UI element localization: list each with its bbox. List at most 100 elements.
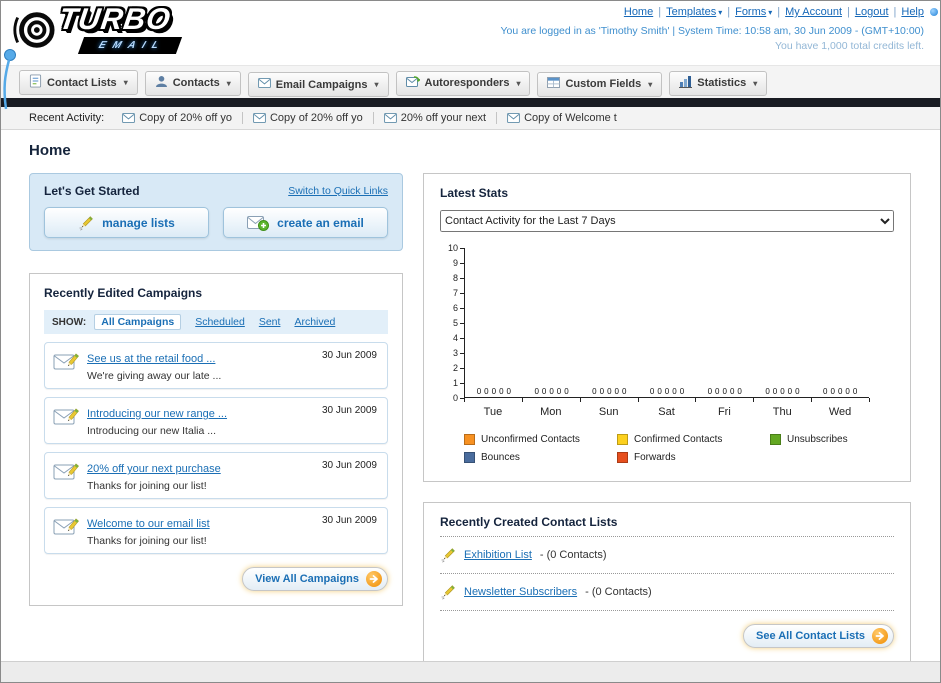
value-label: 0 [830, 387, 835, 396]
value-label: 0 [649, 387, 655, 396]
top-link-home[interactable]: Home [624, 6, 653, 18]
create-an-email-button[interactable]: create an email [223, 207, 388, 238]
campaign-title-link[interactable]: 20% off your next purchase [87, 463, 221, 475]
legend-item: Confirmed Contacts [617, 434, 770, 445]
top-link-templates[interactable]: Templates ▾ [666, 6, 722, 18]
main-nav-tabs: Contact Lists ▾ Contacts ▾ Email Campaigns ▾ A… [1, 65, 940, 98]
view-all-campaigns-label: View All Campaigns [255, 573, 359, 585]
campaign-list-item[interactable]: See us at the retail food ... We're givin… [44, 342, 388, 389]
value-label: 0 [664, 387, 670, 396]
legend-label: Forwards [634, 452, 676, 463]
top-link-logout[interactable]: Logout [855, 6, 889, 18]
tab-contacts[interactable]: Contacts ▾ [144, 70, 241, 96]
top-link-my-account[interactable]: My Account [785, 6, 842, 18]
value-label: 0 [499, 387, 504, 396]
contact-list-link[interactable]: Exhibition List [464, 549, 532, 561]
y-tick-label: 6 [453, 303, 464, 313]
campaign-list-item[interactable]: Welcome to our email list Thanks for join… [44, 507, 388, 554]
header-right: Home | Templates ▾ | Forms ▾ | My Account | Logout… [500, 6, 924, 52]
turbo-email-logo: TURBO EMAIL [11, 3, 183, 54]
divider [440, 610, 894, 611]
chart-category-group: 00000 [754, 248, 812, 397]
filter-sent[interactable]: Sent [259, 316, 281, 328]
divider [440, 536, 894, 537]
value-label: 0 [534, 387, 539, 396]
legend-swatch [617, 434, 628, 445]
value-label: 0 [592, 387, 597, 396]
y-tick-label: 3 [453, 348, 464, 358]
contact-list-item[interactable]: Newsletter Subscribers - (0 Contacts) [440, 581, 894, 603]
recently-created-contact-lists-panel: Recently Created Contact Lists Exhibitio… [423, 502, 911, 663]
separator: | [658, 6, 662, 18]
latest-stats-panel: Latest Stats Contact Activity for the La… [423, 173, 911, 482]
page-title: Home [29, 142, 71, 159]
separator: | [777, 6, 781, 18]
filter-archived[interactable]: Archived [294, 316, 335, 328]
pencil-icon [440, 584, 456, 600]
manage-lists-button[interactable]: manage lists [44, 207, 209, 238]
contact-list-link[interactable]: Newsletter Subscribers [464, 586, 577, 598]
mail-pencil-icon [53, 351, 79, 373]
campaign-title-link[interactable]: Welcome to our email list [87, 518, 210, 530]
campaign-text: Introducing our new range ... Introducing… [87, 404, 227, 437]
recent-activity-item[interactable]: 20% off your next [374, 112, 498, 124]
activity-label: 20% off your next [400, 112, 487, 124]
y-tick-value: 3 [452, 348, 458, 358]
separator: | [847, 6, 850, 18]
legend-label: Unconfirmed Contacts [481, 434, 580, 445]
chart-legend: Unconfirmed Contacts Confirmed Contacts Un… [464, 434, 924, 463]
y-tick-value: 1 [452, 378, 458, 388]
campaign-title-link[interactable]: See us at the retail food ... [87, 353, 215, 365]
stats-period-select[interactable]: Contact Activity for the Last 7 Days [440, 210, 894, 232]
value-label: 0 [506, 387, 511, 396]
mail-pencil-icon [53, 461, 79, 483]
value-label: 0 [729, 387, 735, 396]
filter-all-campaigns[interactable]: All Campaigns [94, 314, 182, 330]
tab-label: Contact Lists [47, 76, 117, 89]
tab-custom-fields[interactable]: Custom Fields ▾ [537, 71, 663, 97]
separator: | [727, 6, 731, 18]
see-all-contact-lists-label: See All Contact Lists [755, 630, 865, 642]
value-label: 0 [491, 387, 497, 396]
decorative-wire [3, 49, 16, 110]
campaign-title-link[interactable]: Introducing our new range ... [87, 408, 227, 420]
recent-activity-item[interactable]: Copy of Welcome t [497, 112, 627, 124]
tab-statistics[interactable]: Statistics ▾ [669, 70, 768, 96]
legend-swatch [617, 452, 628, 463]
main-content: Home Let's Get Started Switch to Quick L… [1, 130, 940, 663]
y-tick-value: 5 [452, 318, 458, 328]
tab-email-campaigns[interactable]: Email Campaigns ▾ [247, 72, 389, 97]
value-label: 0 [707, 387, 713, 396]
campaign-list-item[interactable]: Introducing our new range ... Introducing… [44, 397, 388, 444]
view-all-campaigns-button[interactable]: View All Campaigns [242, 567, 388, 591]
y-tick-label: 0 [453, 393, 464, 403]
chart-category-group: 00000 [523, 248, 581, 397]
chart-y-axis: 10 9 8 7 6 5 4 3 2 1 0 [440, 243, 464, 403]
value-label: 0 [484, 387, 489, 396]
recent-activity-item[interactable]: Copy of 20% off yo [112, 112, 243, 124]
envelope-icon [383, 113, 397, 123]
filter-scheduled[interactable]: Scheduled [195, 316, 245, 328]
contact-list-item[interactable]: Exhibition List - (0 Contacts) [440, 544, 894, 566]
campaign-list-item[interactable]: 20% off your next purchase Thanks for joi… [44, 452, 388, 499]
see-all-contact-lists-button[interactable]: See All Contact Lists [742, 624, 894, 648]
campaign-subject: We're giving away our late ... [87, 370, 222, 382]
legend-swatch [464, 452, 475, 463]
top-link-forms[interactable]: Forms ▾ [735, 6, 772, 18]
recent-activity-item[interactable]: Copy of 20% off yo [243, 112, 374, 124]
top-link-help[interactable]: Help [901, 6, 924, 18]
contact-lists-icon [29, 74, 42, 91]
campaign-subject: Thanks for joining our list! [87, 535, 207, 547]
activity-label: Copy of Welcome t [524, 112, 617, 124]
x-tick-mark [638, 398, 639, 402]
value-label: 0 [737, 387, 742, 396]
activity-label: Copy of 20% off yo [139, 112, 232, 124]
switch-to-quick-links-link[interactable]: Switch to Quick Links [288, 185, 388, 197]
value-label: 0 [795, 387, 800, 396]
chevron-down-icon: ▾ [768, 8, 773, 17]
campaign-text: 20% off your next purchase Thanks for joi… [87, 459, 221, 492]
tab-autoresponders[interactable]: Autoresponders ▾ [395, 70, 531, 96]
tab-contact-lists[interactable]: Contact Lists ▾ [19, 70, 138, 95]
decoration-dot [930, 8, 938, 16]
show-label: SHOW: [52, 316, 87, 328]
